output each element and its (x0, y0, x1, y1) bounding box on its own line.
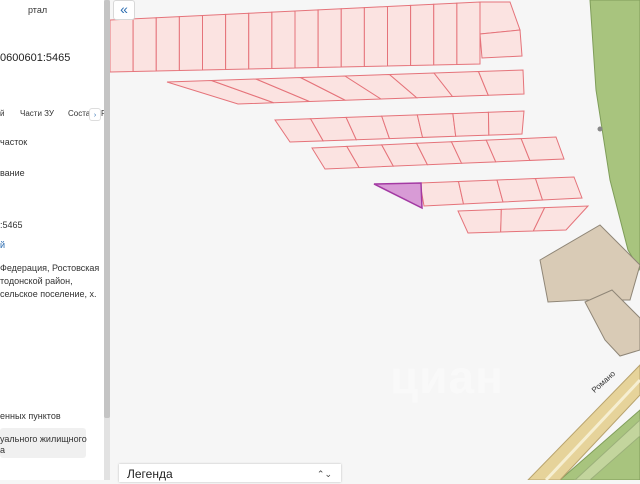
land-parcel (479, 29, 523, 59)
buildings (539, 224, 640, 357)
map-canvas[interactable] (110, 0, 640, 480)
double-chevron-left-icon: « (120, 1, 128, 17)
map-point-marker (597, 126, 603, 132)
expand-collapse-icon: ⌃⌄ (316, 469, 332, 479)
land-parcel (387, 4, 412, 67)
permitted-use-card: уального жилищного а (0, 428, 87, 458)
tab-parts[interactable]: Части ЗУ (20, 109, 54, 118)
permitted-use-line-2: а (0, 445, 6, 455)
land-parcel (419, 180, 465, 207)
link-mark[interactable]: й (0, 239, 5, 251)
land-parcel (363, 5, 388, 68)
land-parcel (456, 1, 481, 66)
land-parcel (132, 17, 157, 73)
land-parcel (479, 1, 521, 35)
land-parcel (340, 7, 365, 68)
land-parcel (457, 208, 502, 234)
address-line-2: тодонской район, (0, 276, 73, 286)
land-parcel (110, 18, 134, 73)
land-parcel (317, 8, 342, 69)
land-parcel (487, 110, 525, 136)
name-value: вание (0, 168, 25, 178)
selected-parcel-shape (373, 182, 423, 210)
tab-composition[interactable]: Соста (68, 109, 90, 118)
selected-parcel (373, 182, 423, 210)
collapse-panel-button[interactable]: « (113, 0, 135, 20)
legend-label: Легенда (127, 467, 173, 481)
land-parcel (433, 2, 458, 66)
land-parcel (271, 10, 296, 70)
info-panel: ртал 0600601:5465 й Части ЗУ Соста Р › ч… (0, 0, 106, 480)
land-category: енных пунктов (0, 411, 61, 421)
land-parcel (534, 176, 583, 201)
map-view[interactable] (110, 0, 640, 480)
address-line-3: сельское поселение, х. (0, 289, 97, 299)
parcels (110, 1, 590, 234)
chevron-right-icon: › (93, 112, 97, 119)
land-parcel (248, 11, 273, 70)
tabs-next-button[interactable]: › (89, 108, 101, 121)
cadastral-number: 0600601:5465 (0, 52, 71, 64)
object-type-value: часток (0, 137, 28, 147)
legend-toggle[interactable]: Легенда ⌃⌄ (119, 464, 341, 482)
land-parcel (452, 111, 490, 137)
land-parcel (381, 114, 424, 140)
portal-title: ртал (28, 5, 48, 15)
tab-main[interactable]: й (0, 109, 4, 118)
land-parcel (155, 16, 180, 72)
building (584, 289, 640, 357)
land-parcel (410, 3, 435, 67)
land-parcel (457, 179, 504, 205)
land-parcel (225, 12, 250, 71)
land-parcel (496, 177, 544, 203)
land-parcel (294, 9, 319, 69)
address-line-1: Федерация, Ростовская (0, 263, 100, 273)
permitted-use-line-1: уального жилищного (0, 434, 87, 444)
land-parcel (178, 14, 203, 72)
cadastral-number-short: :5465 (0, 220, 23, 230)
land-parcel (202, 13, 227, 71)
land-parcel (416, 113, 457, 138)
